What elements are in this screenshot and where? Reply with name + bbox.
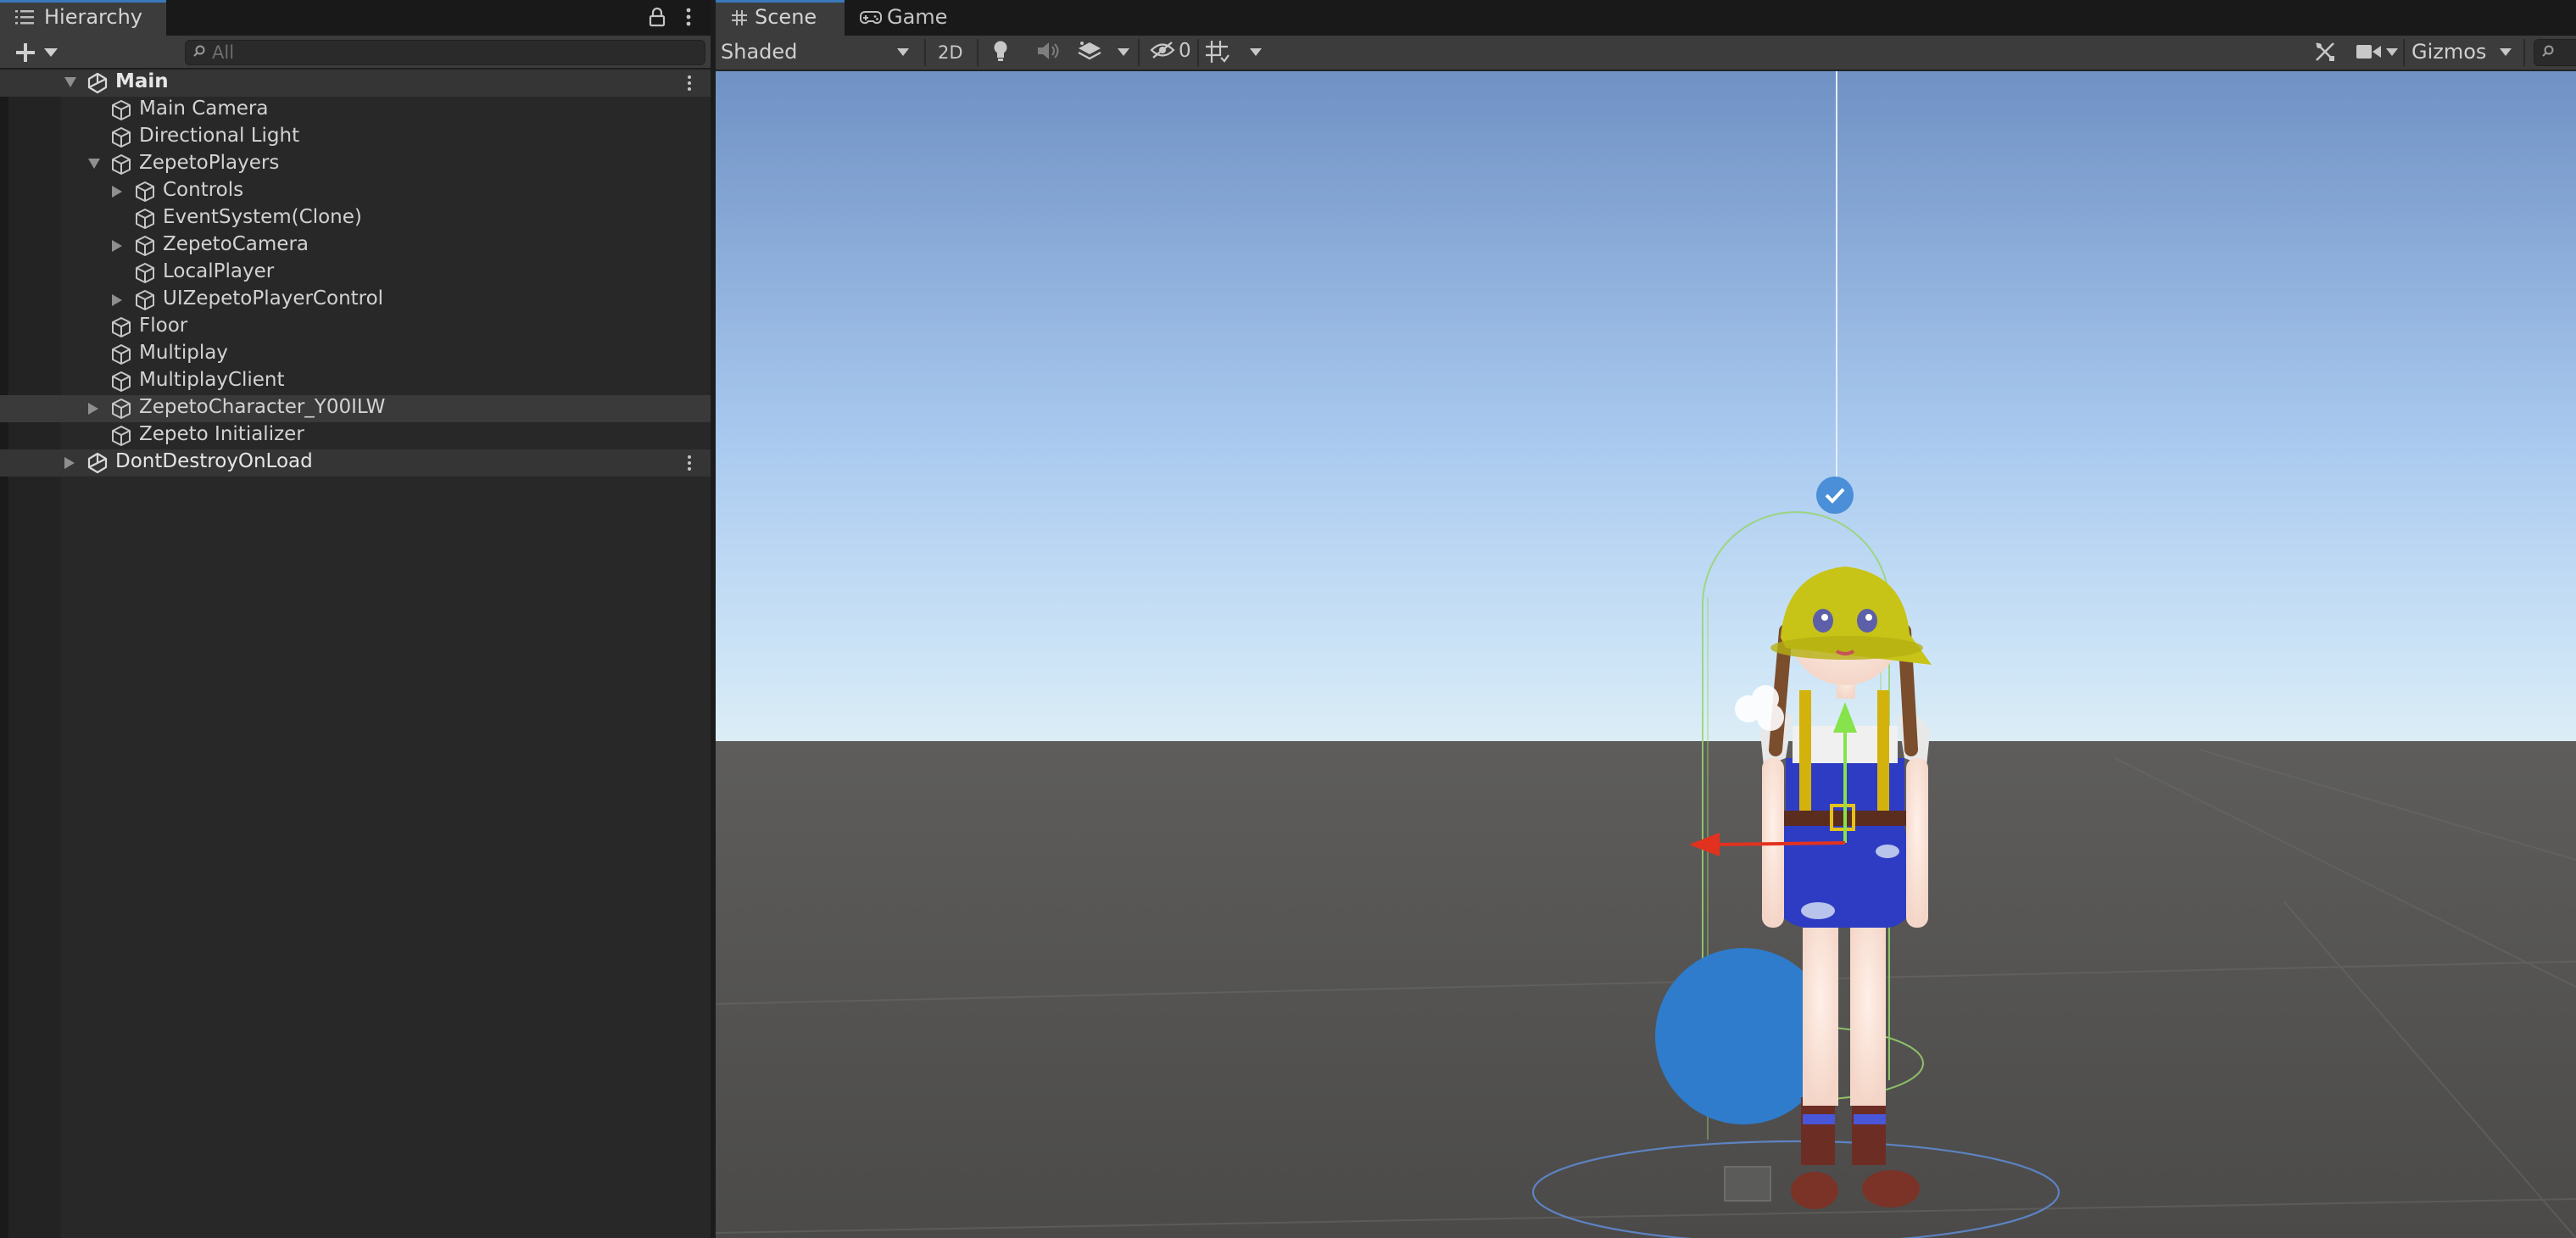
gameobject-cube-icon	[110, 99, 132, 121]
gameobject-cube-icon	[110, 126, 132, 148]
toolbar-separator	[1138, 39, 1140, 66]
gamepad-icon	[860, 10, 882, 25]
toolbar-separator	[1197, 39, 1199, 66]
hierarchy-item-zepetocamera[interactable]: ZepetoCamera	[0, 232, 711, 259]
hierarchy-item-label: Directional Light	[139, 125, 300, 147]
plus-icon[interactable]	[15, 42, 36, 63]
hierarchy-scene-dontdestroyonload[interactable]: DontDestroyOnLoad	[0, 449, 711, 477]
hierarchy-item-floor[interactable]: Floor	[0, 314, 711, 341]
scene-kebab-menu-icon[interactable]	[685, 74, 694, 92]
effects-chevron-down-icon[interactable]	[1118, 48, 1129, 56]
hierarchy-item-label: Main	[115, 70, 169, 92]
list-icon	[15, 8, 34, 25]
expand-arrow-right-icon[interactable]	[112, 186, 122, 198]
hierarchy-item-multiplay[interactable]: Multiplay	[0, 341, 711, 368]
hierarchy-item-label: EventSystem(Clone)	[163, 206, 362, 228]
hierarchy-item-label: Zepeto Initializer	[139, 423, 304, 445]
grid-hash-icon	[731, 9, 748, 26]
toolbar-separator	[977, 39, 979, 66]
hidden-eye-icon[interactable]	[1150, 41, 1175, 59]
hierarchy-item-label: ZepetoCharacter_Y00ILW	[139, 396, 386, 418]
expand-arrow-down-icon[interactable]	[88, 159, 100, 169]
gameobject-cube-icon	[110, 398, 132, 420]
create-chevron-down-icon[interactable]	[44, 48, 58, 57]
toolbar-separator	[924, 39, 926, 66]
unity-scene-icon	[86, 72, 109, 94]
hierarchy-item-zepeto-initializer[interactable]: Zepeto Initializer	[0, 422, 711, 449]
gameobject-cube-icon	[134, 208, 156, 230]
scene-tab-bar	[716, 0, 2576, 36]
expand-arrow-right-icon[interactable]	[88, 403, 98, 415]
gameobject-cube-icon	[110, 425, 132, 447]
camera-chevron-down-icon[interactable]	[2386, 48, 2398, 56]
hierarchy-item-uizepetoplayercontrol[interactable]: UIZepetoPlayerControl	[0, 287, 711, 314]
expand-arrow-down-icon[interactable]	[64, 77, 76, 87]
hierarchy-search-input[interactable]	[212, 42, 687, 63]
gizmos-chevron-down-icon[interactable]	[2500, 48, 2512, 56]
sky	[716, 71, 2576, 741]
selection-check-gizmo	[1816, 477, 1854, 514]
lock-icon[interactable]	[648, 7, 666, 27]
hierarchy-item-label: UIZepetoPlayerControl	[163, 287, 384, 310]
hierarchy-item-eventsystem-clone[interactable]: EventSystem(Clone)	[0, 205, 711, 232]
gizmos-button[interactable]: Gizmos	[2412, 40, 2486, 64]
expand-arrow-right-icon[interactable]	[112, 240, 122, 252]
hierarchy-item-controls[interactable]: Controls	[0, 178, 711, 205]
hierarchy-item-label: Main Camera	[139, 98, 269, 120]
hierarchy-item-label: MultiplayClient	[139, 369, 285, 391]
toggle-2d-label: 2D	[938, 42, 963, 63]
gameobject-cube-icon	[134, 235, 156, 257]
hierarchy-item-localplayer[interactable]: LocalPlayer	[0, 259, 711, 287]
toolbar-separator	[2523, 39, 2525, 66]
hierarchy-item-directional-light[interactable]: Directional Light	[0, 124, 711, 151]
ground-plane	[716, 741, 2576, 1238]
gameobject-cube-icon	[110, 371, 132, 393]
gameobject-cube-icon	[110, 343, 132, 365]
hierarchy-item-label: DontDestroyOnLoad	[115, 450, 313, 472]
tools-icon[interactable]	[2313, 40, 2337, 64]
grid-chevron-down-icon[interactable]	[1250, 48, 1262, 56]
hierarchy-item-label: Multiplay	[139, 342, 228, 364]
grid-snap-icon[interactable]	[1204, 39, 1229, 64]
hierarchy-scene-main[interactable]: Main	[0, 70, 711, 97]
expand-arrow-right-icon[interactable]	[64, 457, 75, 469]
hierarchy-item-label: ZepetoCamera	[163, 233, 309, 255]
floor-marker	[1724, 1166, 1771, 1202]
scene-kebab-menu-icon[interactable]	[685, 454, 694, 472]
hierarchy-item-main-camera[interactable]: Main Camera	[0, 97, 711, 124]
game-tab-label: Game	[887, 5, 948, 29]
gameobject-cube-icon	[134, 289, 156, 311]
toolbar-separator	[2403, 39, 2405, 66]
hierarchy-item-multiplayclient[interactable]: MultiplayClient	[0, 368, 711, 395]
hierarchy-item-zepetoplayers[interactable]: ZepetoPlayers	[0, 151, 711, 178]
gameobject-cube-icon	[134, 181, 156, 203]
shading-mode-label: Shaded	[721, 40, 798, 64]
hierarchy-item-zepetocharacter-y00ilw[interactable]: ZepetoCharacter_Y00ILW	[0, 395, 711, 422]
speaker-icon[interactable]	[1036, 41, 1060, 61]
gameobject-cube-icon	[134, 262, 156, 284]
scene-viewport[interactable]	[716, 71, 2576, 1238]
shading-chevron-down-icon[interactable]	[897, 48, 909, 56]
unity-scene-icon	[86, 452, 109, 474]
hierarchy-item-label: LocalPlayer	[163, 260, 275, 282]
hierarchy-item-label: ZepetoPlayers	[139, 152, 280, 174]
camera-icon[interactable]	[2356, 42, 2383, 61]
kebab-menu-icon[interactable]	[683, 7, 694, 27]
hidden-objects-count: 0	[1179, 40, 1191, 62]
hierarchy-item-label: Floor	[139, 315, 188, 337]
search-icon	[193, 44, 209, 59]
hierarchy-tab-label: Hierarchy	[44, 5, 143, 29]
scene-tab-label: Scene	[755, 5, 817, 29]
expand-arrow-right-icon[interactable]	[112, 294, 122, 306]
lightbulb-icon[interactable]	[992, 40, 1009, 62]
scene-search-icon	[2542, 44, 2557, 59]
gameobject-cube-icon	[110, 316, 132, 338]
hierarchy-item-label: Controls	[163, 179, 244, 201]
effects-layers-icon[interactable]	[1077, 40, 1102, 62]
gameobject-cube-icon	[110, 153, 132, 176]
